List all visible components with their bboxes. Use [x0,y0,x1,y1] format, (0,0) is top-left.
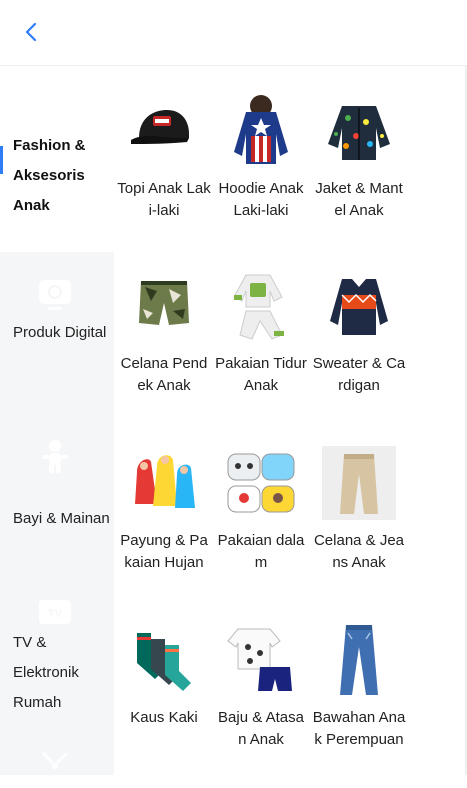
back-button[interactable] [18,18,46,46]
cap-image [131,110,189,144]
product-name: Pakaian dalam [217,532,305,571]
product-tile[interactable]: Payung & Pakaian Hujan [115,446,213,574]
pants-image [322,446,396,520]
product-name: Celana & Jeans Anak [313,532,405,571]
product-name: Pakaian Tidur Anak [215,355,307,394]
sidebar-item-label: Bayi & Mainan [13,510,110,527]
sidebar-item-more[interactable] [0,746,114,775]
sidebar-item-label: Produk Digital [13,324,107,341]
jacket-image [328,106,390,160]
sidebar-item-digital[interactable]: Produk Digital [0,252,114,434]
top-bar [0,0,467,66]
jeans-image [340,625,378,695]
product-tile[interactable]: Celana Pendek Anak [115,269,213,397]
socks-image [137,633,191,691]
product-tile[interactable]: Pakaian Tidur Anak [212,269,310,397]
baby-icon [42,440,68,473]
active-indicator [0,146,3,174]
product-name: Topi Anak Laki-laki [117,180,211,219]
tshirt-set-image [227,628,292,691]
product-tile[interactable]: Topi Anak Laki-laki [115,94,213,222]
product-tile[interactable]: Pakaian dalam [212,446,310,574]
product-tile[interactable]: Sweater & Cardigan [310,269,408,397]
svg-text:TV: TV [48,608,63,620]
subcategory-grid: Topi Anak Laki-laki Hoodie Anak Laki-lak… [114,66,465,775]
sidebar-item-baby[interactable]: Bayi & Mainan [0,434,114,614]
pajamas-image [233,274,284,340]
product-name: Jaket & Mantel Anak [315,180,403,219]
category-sidebar: Fashion & Aksesoris Anak Produk Digital … [0,66,114,775]
product-name: Kaus Kaki [130,709,198,726]
product-name: Payung & Pakaian Hujan [120,532,208,571]
sidebar-item-tv[interactable]: TV TV & Elektronik Rumah [0,600,114,746]
raincoat-image [135,455,195,508]
sidebar-item-label: TV & Elektronik Rumah [13,634,79,711]
product-name: Baju & Atasan Anak [218,709,304,748]
product-tile[interactable]: Bawahan Anak Perempuan [310,623,408,751]
product-tile[interactable]: Kaus Kaki [115,623,213,751]
shorts-image [139,281,189,325]
hoodie-image [234,95,288,164]
product-tile[interactable]: Baju & Atasan Anak [212,623,310,751]
sidebar-item-label: Fashion & Aksesoris Anak [13,137,86,214]
product-name: Hoodie Anak Laki-laki [218,180,304,219]
product-tile[interactable]: Celana & Jeans Anak [310,446,408,574]
sweater-image [330,279,388,335]
underwear-image [227,453,295,513]
product-name: Bawahan Anak Perempuan [312,709,406,748]
product-name: Celana Pendek Anak [120,355,208,394]
monitor-icon [39,280,71,310]
sidebar-item-fashion[interactable]: Fashion & Aksesoris Anak [0,66,114,252]
product-name: Sweater & Cardigan [312,355,406,394]
product-tile[interactable]: Jaket & Mantel Anak [310,94,408,222]
chevron-left-icon [25,22,37,42]
tv-icon: TV [39,600,71,624]
product-tile[interactable]: Hoodie Anak Laki-laki [212,94,310,222]
sparkle-icon [42,752,68,769]
